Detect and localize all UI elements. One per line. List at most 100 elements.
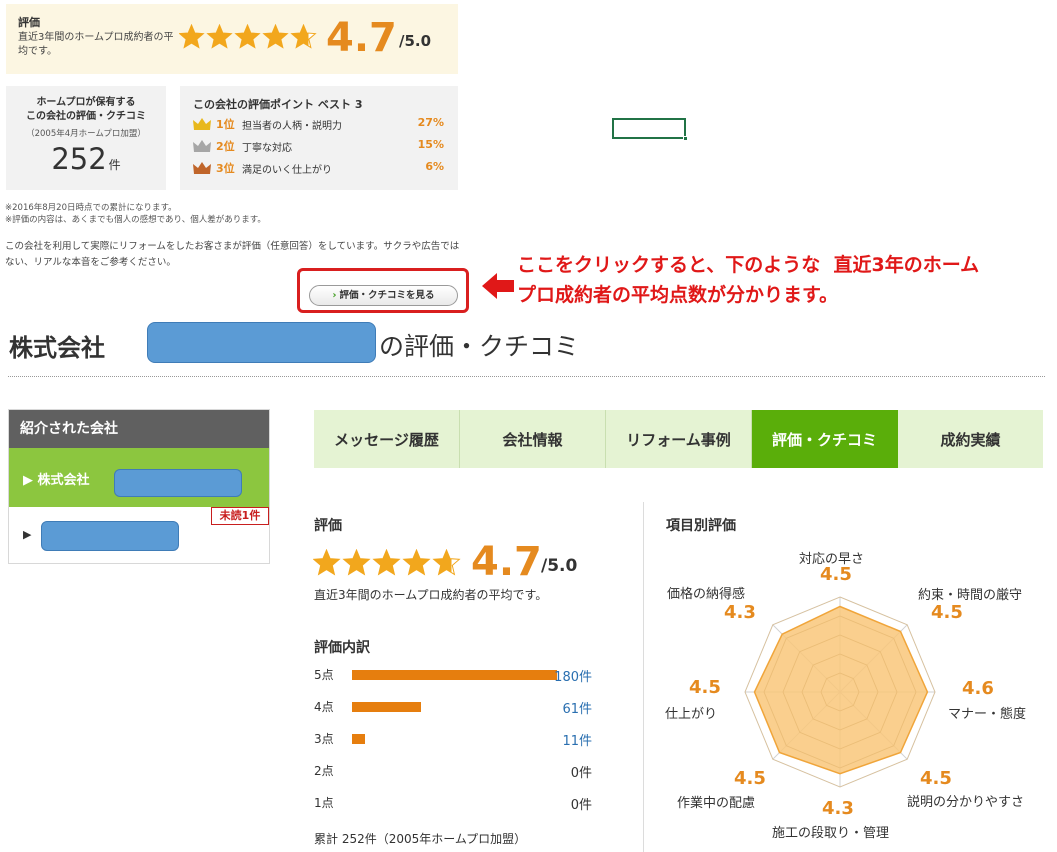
page-title-suffix: の評価・クチコミ — [379, 332, 580, 361]
annotation-text: ここをクリックすると、下のような 直近3年のホーム プロ成約者の平均点数が分かり… — [517, 250, 1052, 310]
best-point-rank: 3位 — [216, 162, 235, 175]
introduced-companies-sidebar: 紹介された会社 ▶ 株式会社 ▶ 未読1件 — [8, 409, 270, 564]
rating-heading: 評価 — [314, 518, 342, 534]
best-point-row: 1位 担当者の人柄・説明力 27% — [192, 115, 448, 133]
sidebar-item-company-2[interactable]: ▶ 未読1件 — [9, 507, 269, 563]
review-count-unit: 件 — [108, 158, 121, 172]
breakdown-count-link[interactable]: 61件 — [562, 698, 592, 717]
radar-axis-label: 説明の分かりやすさ — [907, 795, 1025, 810]
star-icon — [206, 23, 233, 49]
review-count-title: ホームプロが保有する この会社の評価・クチコミ — [6, 96, 166, 124]
tab-contract-results[interactable]: 成約実績 — [898, 410, 1043, 468]
star-icon — [432, 548, 461, 576]
best-point-rank: 2位 — [216, 140, 235, 153]
star-icon — [262, 23, 289, 49]
star-icon — [402, 548, 431, 576]
sidebar-item-label: ▶ 株式会社 — [23, 473, 90, 488]
radar-axis-value: 4.5 — [734, 768, 766, 789]
breakdown-bar — [352, 734, 365, 744]
tab-company-info[interactable]: 会社情報 — [460, 410, 606, 468]
unread-badge: 未読1件 — [211, 507, 269, 525]
crown-gold-icon — [193, 118, 211, 130]
radar-heading: 項目別評価 — [666, 518, 736, 534]
best-point-item: 満足のいく仕上がり — [242, 165, 332, 176]
review-count-number: 252 — [51, 142, 107, 176]
breakdown-label: 4点 — [314, 700, 334, 714]
review-count: 252 件 — [6, 142, 166, 176]
radar-axis-value: 4.5 — [689, 677, 721, 698]
best-point-rank: 1位 — [216, 118, 235, 131]
breakdown-count-link[interactable]: 180件 — [554, 666, 592, 685]
annotation-line2: プロ成約者の平均点数が分かります。 — [517, 284, 839, 306]
radar-axis-value: 4.3 — [724, 602, 756, 623]
company-tabs: メッセージ履歴 会社情報 リフォーム事例 評価・クチコミ 成約実績 — [314, 410, 1043, 468]
breakdown-label: 3点 — [314, 732, 334, 746]
summary-rating-label: 評価 — [18, 16, 40, 29]
star-icon — [312, 548, 341, 576]
rating-desc: 直近3年間のホームプロ成約者の平均です。 — [314, 588, 548, 602]
note-date: ※2016年8月20日時点での累計になります。 — [5, 203, 177, 213]
radar-axis-label: 施工の段取り・管理 — [772, 826, 890, 841]
redacted-company-name — [41, 521, 179, 551]
radar-axis-value: 4.5 — [931, 602, 963, 623]
best-point-row: 3位 満足のいく仕上がり 6% — [192, 159, 448, 177]
sidebar-item-company-1[interactable]: ▶ 株式会社 — [9, 448, 269, 507]
radar-axis-label: 価格の納得感 — [667, 587, 746, 602]
annotation-line1: ここをクリックすると、下のような 直近3年のホーム — [517, 254, 980, 276]
radar-axis-value: 4.5 — [820, 564, 852, 585]
redacted-company-name — [114, 469, 242, 497]
sidebar-heading: 紹介された会社 — [9, 410, 269, 448]
radar-axis-value: 4.5 — [920, 768, 952, 789]
tab-reform-cases[interactable]: リフォーム事例 — [606, 410, 752, 468]
view-reviews-label: 評価・クチコミを見る — [339, 290, 435, 301]
best-points-box: この会社の評価ポイント ベスト 3 1位 担当者の人柄・説明力 27% 2位 丁… — [180, 86, 458, 190]
best-point-item: 丁寧な対応 — [242, 143, 292, 154]
crown-bronze-icon — [193, 162, 211, 174]
tab-message-history[interactable]: メッセージ履歴 — [314, 410, 460, 468]
title-divider — [8, 376, 1045, 377]
breakdown-label: 1点 — [314, 796, 334, 810]
redacted-company-name — [147, 322, 376, 363]
best-point-pct: 27% — [417, 116, 444, 129]
breakdown-row: 4点 61件 — [314, 696, 592, 717]
rating-star-rating — [312, 548, 461, 583]
summary-star-rating — [178, 23, 321, 56]
star-icon — [178, 23, 205, 49]
view-reviews-button[interactable]: › 評価・クチコミを見る — [309, 285, 458, 306]
rating-score: 4.7 — [471, 539, 542, 585]
radar-axis-value: 4.6 — [962, 678, 994, 699]
arrow-left-icon — [482, 273, 514, 299]
star-icon — [372, 548, 401, 576]
cumulative-note: 累計 252件（2005年ホームプロ加盟） — [314, 832, 527, 846]
tab-reviews[interactable]: 評価・クチコミ — [752, 410, 898, 468]
star-icon — [234, 23, 261, 49]
triangle-right-icon: ▶ — [23, 528, 32, 541]
fill-handle — [683, 136, 688, 141]
radar-axis-label: 約束・時間の厳守 — [918, 588, 1023, 603]
review-count-sub: （2005年4月ホームプロ加盟） — [26, 129, 146, 139]
summary-score-max: /5.0 — [399, 32, 432, 50]
radar-axis-label: 仕上がり — [665, 707, 718, 722]
best-point-row: 2位 丁寧な対応 15% — [192, 137, 448, 155]
selected-cell — [612, 118, 688, 141]
summary-rating-desc: 直近3年間のホームプロ成約者の平均です。 — [18, 32, 174, 57]
summary-rating-box: 評価 直近3年間のホームプロ成約者の平均です。 4.7 /5.0 — [6, 4, 458, 74]
breakdown-bar — [352, 670, 557, 680]
breakdown-row: 5点 180件 — [314, 664, 592, 685]
page-title-prefix: 株式会社 — [9, 334, 105, 362]
breakdown-count: 0件 — [570, 798, 592, 813]
rating-score-max: /5.0 — [541, 556, 578, 576]
breakdown-count-link[interactable]: 11件 — [562, 730, 592, 749]
star-icon — [342, 548, 371, 576]
star-icons — [178, 23, 317, 49]
breakdown-label: 2点 — [314, 764, 334, 778]
best-point-pct: 15% — [417, 138, 444, 151]
breakdown-row: 3点 11件 — [314, 728, 592, 749]
breakdown-bar — [352, 702, 421, 712]
breakdown-count: 0件 — [570, 766, 592, 781]
best-point-item: 担当者の人柄・説明力 — [242, 121, 342, 132]
breakdown-row: 1点 0件 — [314, 792, 592, 813]
star-icons — [312, 548, 461, 576]
usage-note: この会社を利用して実際にリフォームをしたお客さまが評価（任意回答）をしています。… — [5, 241, 460, 268]
radar-axis-label: マナー・態度 — [948, 707, 1027, 722]
